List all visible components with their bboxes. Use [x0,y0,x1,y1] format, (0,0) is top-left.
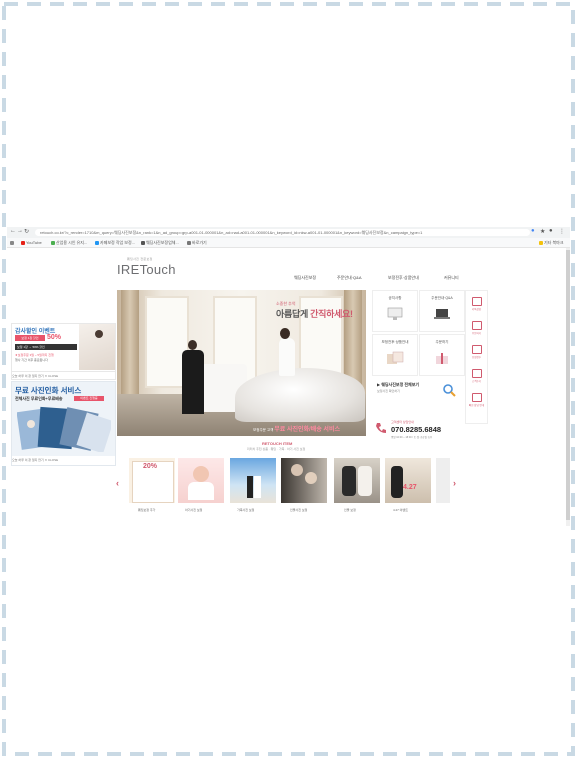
thumb-label: 인물사진 보정 [290,508,308,512]
monitor-icon [387,307,403,320]
event-line: 행사 기간 이후 종료됩니다 [15,358,48,362]
gift-box-icon [436,353,448,364]
bookmark-item[interactable]: 바로가기 [187,240,207,246]
thumb-item-partial[interactable] [436,458,450,503]
bride-photo [79,324,115,370]
thumb-label: 웨딩보정 추가 [138,508,156,512]
groom [181,340,205,414]
quick-reviews[interactable]: 고객후기 [468,369,485,383]
print-popup[interactable]: 무료 사진인화 서비스 전체사진 무료인화+무료배송 이벤트 진행중 오늘 하루… [11,381,116,466]
print-tag: 이벤트 진행중 [74,396,104,401]
event-popup[interactable]: 감사할인 이벤트 보정 1장 할인 50% 보정 1장 → 50% 할인 ★보정… [11,323,116,380]
scrollbar-thumb[interactable] [566,250,570,520]
tile-before-after[interactable]: 보정전후·상품안내 [372,334,418,376]
bookmark-item[interactable]: 카페보정 작업 보정... [95,240,135,246]
event-line: ★보정주문 3월 ~ 5월까지 진행 [15,353,54,357]
thumb-item[interactable]: 20% [129,458,175,503]
quick-before-after[interactable]: 보정전후 [468,345,485,359]
site-logo[interactable]: 웨딩사진 전문보정 IRETouch [117,257,176,277]
thumb-label: 4.27 이벤트 [393,508,408,512]
logo-tagline: 웨딩사진 전문보정 [127,257,153,261]
thumb-item[interactable] [281,458,327,503]
extension-icon[interactable]: ● [531,228,535,234]
phone-icon [376,423,386,433]
event-box: 보정 1장 → 50% 할인 [15,344,77,350]
logo-text: IRETouch [117,262,176,277]
next-arrow-icon[interactable]: › [453,478,456,488]
quick-kakao[interactable]: 카톡상담 [468,297,485,311]
carousel-dots[interactable] [238,427,250,436]
event-price: 50% [47,334,62,341]
thumb-label: 가족사진 보정 [237,508,255,512]
hero-caption: 보정주문 고객 무료 사진인화/배송 서비스 [253,427,340,433]
star-icon[interactable]: ★ [540,228,545,235]
quick-menu: 카톡상담 주문하기 보정전후 고객후기 빠른 상담 안내 [465,290,488,424]
close-bar[interactable]: 오늘 하루 이 창 열지 않기 ✕ CLOSE [12,456,115,465]
tile-notice[interactable]: 공지사항 [372,290,418,332]
bookmark-item[interactable]: 웨딩사진보정업체... [141,240,179,246]
reload-icon[interactable]: ↻ [24,228,29,235]
menu-icon[interactable]: ⋮ [559,228,565,235]
hero-headline: 아름답게 간직하세요! [276,309,353,319]
apps-icon[interactable] [10,240,15,245]
event-pill: 보정 1장 할인 [15,335,45,341]
nav-community[interactable]: 커뮤니티 [444,275,459,281]
web-page: 웨딩사진 전문보정 IRETouch 웨딩사진보정 주문안내·Q&A 보정전후·… [7,248,570,527]
back-icon[interactable]: ← [10,228,16,234]
forward-icon[interactable]: → [17,228,23,234]
bride [279,338,295,376]
thumb-label: 아기사진 보정 [185,508,203,512]
thumb-item[interactable] [178,458,224,503]
scrollbar[interactable] [566,248,570,526]
hero-banner[interactable]: 소중한 추억 아름답게 간직하세요! 보정주문 고객 무료 사진인화/배송 서비… [117,290,366,436]
address-bar[interactable]: retouch.co.kr/?c_render=1710&m_query=웨딩사… [35,229,530,236]
contact-box: 고객센터 상담안내 070.8285.6848 평일 10:00 ~ 18:00… [370,418,464,440]
bookmark-item[interactable]: 산업용 시인 유지... [51,240,87,246]
prev-arrow-icon[interactable]: ‹ [116,478,119,488]
print-sub: 전체사진 무료인화+무료배송 [15,396,63,401]
nav-retouch[interactable]: 웨딩사진보정 [294,275,316,281]
bride-head [280,328,290,339]
thumb-item[interactable]: 4.27 [385,458,431,503]
browser-screenshot: ← → ↻ retouch.co.kr/?c_render=1710&m_que… [7,227,570,527]
laptop-icon [434,309,450,319]
thumb-label: 인물 보정 [344,508,356,512]
photo-stack-image [17,406,111,452]
tile-order-qa[interactable]: 주문안내·Q&A [419,290,465,332]
section-subtitle: 리터치 추천 상품 · 웨딩 · 가족 · 아기 사진 보정 [247,447,306,451]
thumb-item[interactable] [334,458,380,503]
profile-icon[interactable]: ● [549,228,553,234]
quick-consult[interactable]: 빠른 상담 안내 [468,393,485,407]
nav-order-qa[interactable]: 주문안내·Q&A [337,275,362,281]
album-icon [387,351,404,364]
view-all-banner[interactable]: ▶ 웨딩사진보정 전체보기 보정사진 확인하기 [372,378,464,403]
other-bookmarks[interactable]: 기타 북마크 [539,240,564,246]
phone-number: 070.8285.6848 [391,425,442,434]
bookmark-item[interactable]: YouTube [21,240,42,245]
nav-before-after[interactable]: 보정전후·상품안내 [388,275,419,281]
thumb-item[interactable] [230,458,276,503]
quick-order[interactable]: 주문하기 [468,321,485,335]
wedding-dress [235,368,365,422]
discount-badge: 20% [143,463,158,470]
print-title: 무료 사진인화 서비스 [15,386,82,395]
magnifier-icon [443,384,456,397]
tile-order[interactable]: 주문하기 [419,334,465,376]
date-badge: 4.27 [403,484,417,491]
bookmarks-bar: YouTube 산업용 시인 유지... 카페보정 작업 보정... 웨딩사진보… [7,238,570,248]
close-bar[interactable]: 오늘 하루 이 창 열지 않기 ✕ CLOSE [12,371,115,380]
section-title: RETOUCH ITEM [262,441,293,446]
